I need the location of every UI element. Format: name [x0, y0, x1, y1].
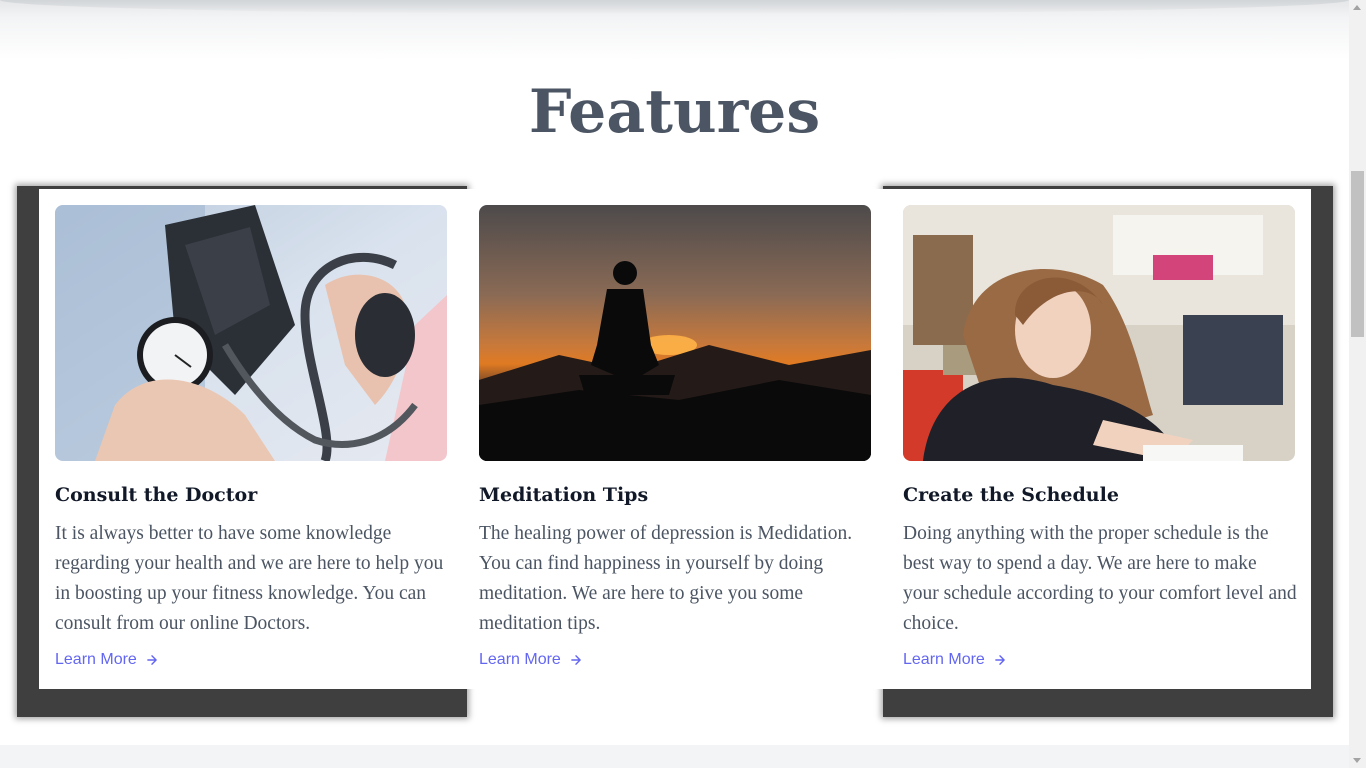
- arrow-right-icon: [145, 653, 159, 667]
- learn-more-link[interactable]: Learn More: [479, 651, 583, 669]
- arrow-right-icon: [993, 653, 1007, 667]
- scroll-down-arrow-icon[interactable]: [1353, 758, 1361, 763]
- feature-card-doctor[interactable]: Consult the Doctor It is always better t…: [39, 189, 463, 689]
- learn-more-link[interactable]: Learn More: [55, 651, 159, 669]
- card-title: Meditation Tips: [479, 484, 649, 506]
- card-description: The healing power of depression is Medid…: [479, 523, 853, 634]
- section-title: Features: [528, 77, 821, 147]
- girl-writing-photo: [903, 205, 1295, 461]
- next-section-band: [0, 745, 1349, 768]
- learn-more-label: Learn More: [903, 651, 985, 668]
- scrollbar-thumb[interactable]: [1351, 171, 1364, 337]
- vertical-scrollbar[interactable]: [1349, 0, 1366, 768]
- feature-card-schedule[interactable]: Create the Schedule Doing anything with …: [887, 189, 1311, 689]
- learn-more-link[interactable]: Learn More: [903, 651, 1007, 669]
- page: Features Consult the Doctor It is always…: [0, 0, 1366, 768]
- scroll-up-arrow-icon[interactable]: [1353, 5, 1361, 10]
- learn-more-label: Learn More: [479, 651, 561, 668]
- header-shadow: [0, 0, 1349, 60]
- learn-more-label: Learn More: [55, 651, 137, 668]
- card-description: It is always better to have some knowled…: [55, 523, 444, 634]
- meditation-sunset-photo: [479, 205, 871, 461]
- card-description: Doing anything with the proper schedule …: [903, 523, 1297, 634]
- card-title: Create the Schedule: [903, 484, 1119, 506]
- card-title: Consult the Doctor: [55, 484, 258, 506]
- blood-pressure-check-photo: [55, 205, 447, 461]
- feature-card-meditation[interactable]: Meditation Tips The healing power of dep…: [463, 189, 887, 689]
- arrow-right-icon: [569, 653, 583, 667]
